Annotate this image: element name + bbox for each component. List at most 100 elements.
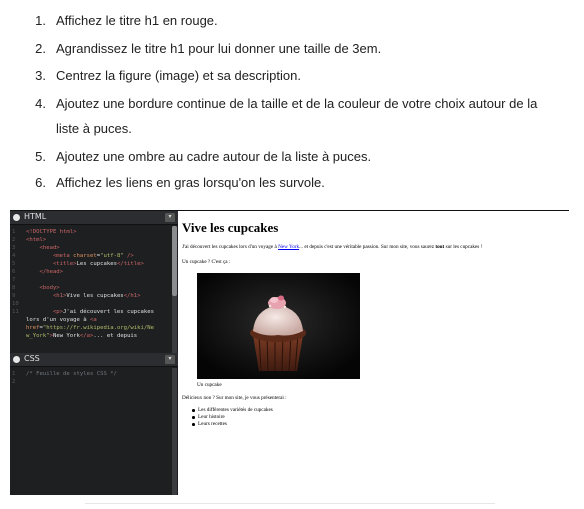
editor-screenshot: HTML ▾ 1 <!DOCTYPE html> 2 <html> 3 <head> 4 … [10, 210, 569, 495]
line-number: 3 [12, 245, 16, 251]
code-line: 1 <!DOCTYPE html> [10, 228, 170, 236]
code-token: lors d'un voyage à [26, 317, 90, 323]
code-token: /> [123, 253, 134, 259]
line-number: 1 [12, 371, 16, 377]
line-number: 9 [12, 293, 16, 299]
intro-text-start: J'ai découvert les cupcakes lors d'un vo… [182, 244, 279, 250]
instruction-item: 1. Affichez le titre h1 en rouge. [22, 10, 218, 32]
html-scrollbar[interactable] [172, 226, 177, 353]
line-number: 2 [12, 379, 16, 385]
preview-paragraph-intro: J'ai découvert les cupcakes lors d'un vo… [182, 244, 482, 250]
code-line: 11 <p>J'ai découvert les cupcakes [10, 308, 170, 316]
instruction-item: 4. Ajoutez une bordure continue de la tai… [22, 93, 537, 115]
code-line: 7 [10, 276, 170, 284]
code-token: <p> [26, 309, 64, 315]
line-number: 11 [12, 309, 19, 315]
code-token: J'ai découvert les cupcakes [63, 309, 154, 315]
instruction-number: 6. [35, 175, 46, 190]
intro-text-end: sur les cupcakes ! [444, 244, 483, 250]
code-token: Vive les cupcakes [66, 293, 124, 299]
code-token: ... et depuis [93, 333, 138, 339]
preview-pane: Vive les cupcakes J'ai découvert les cup… [178, 211, 569, 495]
code-token: New York [52, 333, 80, 339]
preview-title: Vive les cupcakes [182, 220, 279, 235]
instruction-item: 3. Centrez la figure (image) et sa descri… [22, 65, 301, 87]
instruction-text: Ajoutez une ombre au cadre autour de la … [56, 149, 372, 164]
line-number: 5 [12, 261, 16, 267]
pane-dot-icon [13, 214, 20, 221]
instruction-number: 3. [35, 68, 46, 83]
instruction-text: Agrandissez le titre h1 pour lui donner … [56, 41, 382, 56]
code-line: 3 <head> [10, 244, 170, 252]
code-token: Les cupcakes [76, 261, 117, 267]
code-token: </a> [79, 333, 94, 339]
code-token: "https://fr.wikipedia.org/wiki/Ne [42, 325, 154, 331]
instruction-number: 2. [35, 41, 46, 56]
code-token: <h1> [26, 293, 67, 299]
code-line: 2 <html> [10, 236, 170, 244]
code-line: 10 [10, 300, 170, 308]
html-pane-title: HTML [24, 212, 47, 221]
code-token: "utf-8" [100, 253, 124, 259]
instruction-text: Ajoutez une bordure continue de la taill… [56, 96, 538, 111]
pane-dot-icon [13, 356, 20, 363]
css-scrollbar[interactable] [172, 368, 177, 495]
new-york-link[interactable]: New York [278, 244, 299, 250]
html-scroll-thumb[interactable] [172, 226, 177, 296]
line-number: 8 [12, 285, 16, 291]
bullet-list: Les différentes variétés de cupcakes Leu… [192, 407, 273, 428]
code-editor: HTML ▾ 1 <!DOCTYPE html> 2 <html> 3 <head> 4 … [10, 211, 178, 495]
line-number: 1 [12, 229, 16, 235]
intro-text-bold: tout [435, 244, 445, 250]
code-line: 8 <body> [10, 284, 170, 292]
code-token: </title> [116, 261, 144, 267]
code-token: charset [73, 253, 97, 259]
figure-caption: Un cupcake [197, 382, 222, 388]
instruction-number: 5. [35, 149, 46, 164]
intro-text-middle: ... et depuis c'est une véritable passio… [299, 244, 436, 250]
html-pane-header[interactable]: HTML ▾ [10, 211, 178, 225]
code-token: <head> [26, 245, 60, 251]
code-line: href="https://fr.wikipedia.org/wiki/Ne [10, 324, 170, 332]
list-item: Les différentes variétés de cupcakes [192, 407, 273, 414]
css-code[interactable]: 1 /* Feuille de styles CSS */ 2 [10, 370, 170, 490]
code-token: w_York" [26, 333, 50, 339]
instruction-item: 2. Agrandissez le titre h1 pour lui donne… [22, 38, 381, 60]
instruction-text: Affichez les liens en gras lorsqu'on les… [56, 175, 325, 190]
css-pane-header[interactable]: CSS ▾ [10, 353, 178, 367]
code-line: 4 <meta charset="utf-8" /> [10, 252, 170, 260]
code-token: </head> [26, 269, 64, 275]
code-token: href [26, 325, 40, 331]
instruction-number: 4. [35, 96, 46, 111]
preview-paragraph-question: Un cupcake ? C'est ça : [182, 259, 231, 265]
instruction-item: 6. Affichez les liens en gras lorsqu'on l… [22, 172, 325, 194]
divider [85, 503, 495, 504]
chevron-down-icon[interactable]: ▾ [165, 213, 175, 222]
code-line: 5 <title>Les cupcakes</title> [10, 260, 170, 268]
code-line: lors d'un voyage à <a [10, 316, 170, 324]
code-token: <a [90, 317, 97, 323]
code-line: 6 </head> [10, 268, 170, 276]
code-line: w_York">New York</a>... et depuis [10, 332, 170, 340]
instruction-item: 5. Ajoutez une ombre au cadre autour de l… [22, 146, 371, 168]
instruction-number: 1. [35, 13, 46, 28]
code-line: 1 /* Feuille de styles CSS */ [10, 370, 170, 378]
line-number: 6 [12, 269, 16, 275]
html-code[interactable]: 1 <!DOCTYPE html> 2 <html> 3 <head> 4 <meta c… [10, 228, 170, 352]
code-token: <html> [26, 237, 47, 243]
instruction-text: Centrez la figure (image) et sa descript… [56, 68, 301, 83]
code-token: /* Feuille de styles CSS */ [26, 371, 117, 377]
css-pane-title: CSS [24, 354, 40, 363]
code-token: <!DOCTYPE html> [26, 229, 77, 235]
chevron-down-icon[interactable]: ▾ [165, 355, 175, 364]
line-number: 10 [12, 301, 19, 307]
code-token: <title> [26, 261, 77, 267]
code-line: 9 <h1>Vive les cupcakes</h1> [10, 292, 170, 300]
list-item: Leur histoire [192, 414, 273, 421]
code-token: </h1> [123, 293, 141, 299]
code-token: <body> [26, 285, 60, 291]
code-line: 2 [10, 378, 170, 386]
list-item: Leurs recettes [192, 421, 273, 428]
preview-paragraph-list-intro: Délicieux non ? Sur mon site, je vous pr… [182, 395, 287, 401]
instruction-text: Affichez le titre h1 en rouge. [56, 13, 218, 28]
